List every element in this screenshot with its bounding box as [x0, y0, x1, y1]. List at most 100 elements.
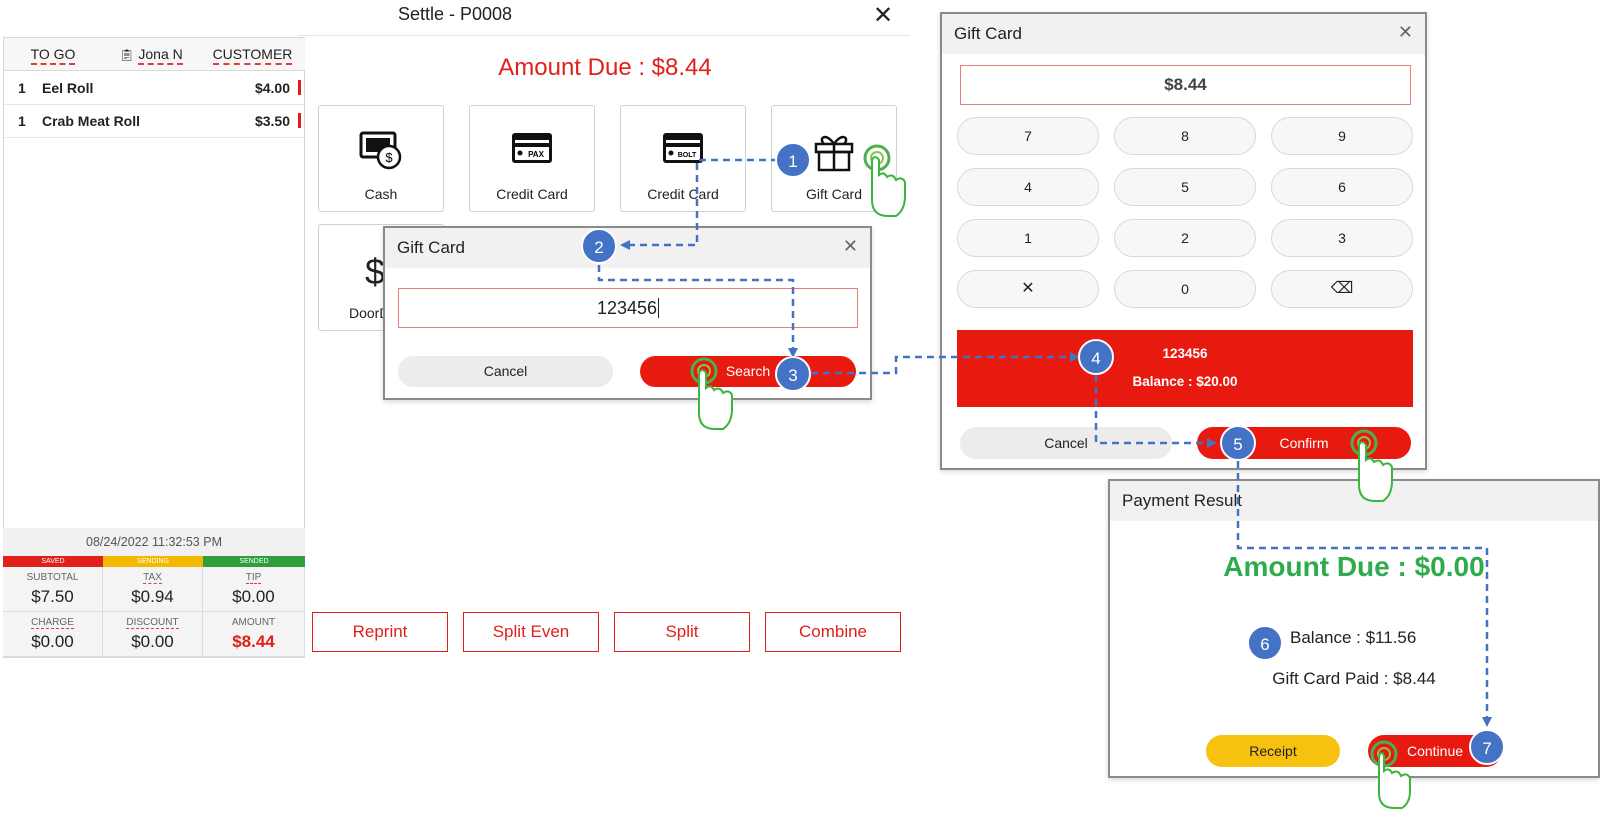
step-badge: 2 — [581, 228, 617, 264]
status-sended: SENDED — [203, 556, 305, 567]
dialog-title: Payment Result — [1110, 481, 1598, 521]
item-name: Eel Roll — [42, 80, 94, 96]
reprint-button[interactable]: Reprint — [312, 612, 448, 652]
close-icon[interactable]: ✕ — [873, 4, 893, 28]
svg-text:$: $ — [385, 150, 393, 165]
svg-text:PAX: PAX — [528, 150, 545, 159]
item-qty: 1 — [18, 113, 26, 129]
bolt-card-icon: BOLT — [621, 130, 745, 170]
key-0[interactable]: 0 — [1114, 270, 1256, 308]
card-balance-panel: 123456 Balance : $20.00 — [957, 330, 1413, 407]
gift-card-paid: Gift Card Paid : $8.44 — [1272, 669, 1436, 688]
server-label: Jona N — [138, 46, 183, 65]
text-cursor — [658, 298, 660, 318]
combine-button[interactable]: Combine — [765, 612, 901, 652]
card-number-value: 123456 — [596, 298, 658, 318]
order-type-tab[interactable]: TO GO — [4, 38, 103, 71]
close-icon[interactable]: ✕ — [843, 236, 858, 257]
amount-input[interactable]: $8.44 — [960, 65, 1411, 105]
order-type-label: TO GO — [30, 46, 76, 65]
tax-value: $0.94 — [131, 587, 174, 606]
gift-card-label: Gift Card — [805, 186, 862, 202]
status-saved: SAVED — [3, 556, 103, 567]
tip-cell[interactable]: TIP $0.00 — [203, 567, 305, 612]
cash-label: Cash — [364, 186, 398, 202]
key-5[interactable]: 5 — [1114, 168, 1256, 206]
step-badge: 4 — [1078, 339, 1114, 375]
key-3[interactable]: 3 — [1271, 219, 1413, 257]
amount-due-result: Amount Due : $0.00 — [1223, 551, 1485, 582]
discount-label: DISCOUNT — [126, 617, 179, 629]
server-tab[interactable]: 📋︎ Jona N — [102, 38, 201, 71]
subtotal-cell: SUBTOTAL $7.50 — [3, 567, 103, 612]
person-icon: 📋︎ — [119, 48, 135, 62]
dialog-title: Gift Card — [942, 14, 1425, 54]
cancel-button[interactable]: Cancel — [960, 427, 1172, 459]
pax-card-icon: PAX — [470, 130, 594, 170]
credit-card-label: Credit Card — [496, 186, 568, 202]
dialog-title: Gift Card — [385, 228, 870, 268]
key-8[interactable]: 8 — [1114, 117, 1256, 155]
customer-label: CUSTOMER — [212, 46, 293, 65]
card-number-input[interactable]: 123456 — [398, 288, 858, 328]
tip-label: TIP — [245, 572, 262, 584]
item-qty: 1 — [18, 80, 26, 96]
item-price: $4.00 — [254, 80, 290, 96]
list-item[interactable]: 1 Crab Meat Roll $3.50 — [4, 104, 304, 138]
clear-key-icon[interactable]: ✕ — [957, 270, 1099, 308]
cash-icon: $ — [319, 130, 443, 170]
list-item[interactable]: 1 Eel Roll $4.00 — [4, 71, 304, 105]
item-price: $3.50 — [254, 113, 290, 129]
credit-card-pax-tile[interactable]: PAX Credit Card — [469, 105, 595, 212]
cash-tile[interactable]: $ Cash — [318, 105, 444, 212]
step-badge: 6 — [1247, 625, 1283, 661]
tip-value: $0.00 — [232, 587, 275, 606]
step-badge: 5 — [1220, 425, 1256, 461]
item-status-flag — [298, 80, 301, 95]
step-badge: 7 — [1469, 729, 1505, 765]
cancel-button[interactable]: Cancel — [398, 356, 613, 387]
order-timestamp: 08/24/2022 11:32:53 PM — [3, 528, 305, 556]
key-9[interactable]: 9 — [1271, 117, 1413, 155]
subtotal-label: SUBTOTAL — [26, 572, 79, 583]
status-sending: SENDING — [103, 556, 203, 567]
discount-value: $0.00 — [131, 632, 174, 651]
credit-card-label: Credit Card — [647, 186, 719, 202]
key-6[interactable]: 6 — [1271, 168, 1413, 206]
gift-card-keypad-dialog: Gift Card ✕ $8.44 7 8 9 4 5 6 1 2 3 ✕ 0 … — [940, 12, 1427, 470]
key-2[interactable]: 2 — [1114, 219, 1256, 257]
key-4[interactable]: 4 — [957, 168, 1099, 206]
divider — [298, 35, 910, 36]
page-title: Settle - P0008 — [397, 4, 513, 24]
credit-card-bolt-tile[interactable]: BOLT Credit Card — [620, 105, 746, 212]
customer-tab[interactable]: CUSTOMER — [200, 38, 305, 71]
step-badge: 1 — [775, 142, 811, 178]
key-1[interactable]: 1 — [957, 219, 1099, 257]
remaining-balance: Balance : $11.56 — [1290, 628, 1417, 647]
charge-label: CHARGE — [31, 617, 74, 629]
tax-cell[interactable]: TAX $0.94 — [103, 567, 203, 612]
svg-text:BOLT: BOLT — [678, 152, 697, 159]
amount-cell: AMOUNT $8.44 — [203, 612, 305, 657]
close-icon[interactable]: ✕ — [1398, 22, 1413, 43]
discount-cell[interactable]: DISCOUNT $0.00 — [103, 612, 203, 657]
card-number: 123456 — [1162, 346, 1208, 361]
split-even-button[interactable]: Split Even — [463, 612, 599, 652]
amount-value: $8.44 — [232, 632, 275, 651]
item-name: Crab Meat Roll — [42, 113, 141, 129]
card-balance: Balance : $20.00 — [1132, 374, 1238, 389]
charge-cell[interactable]: CHARGE $0.00 — [3, 612, 103, 657]
subtotal-value: $7.50 — [31, 587, 74, 606]
backspace-key-icon[interactable]: ⌫ — [1271, 270, 1413, 308]
split-button[interactable]: Split — [614, 612, 750, 652]
tax-label: TAX — [143, 572, 162, 584]
item-status-flag — [298, 113, 301, 128]
amount-due: Amount Due : $8.44 — [498, 54, 712, 81]
step-badge: 3 — [775, 356, 811, 392]
payment-result-dialog: Payment Result Amount Due : $0.00 Balanc… — [1108, 479, 1600, 778]
charge-value: $0.00 — [31, 632, 74, 651]
search-button[interactable]: Search — [640, 356, 856, 387]
receipt-button[interactable]: Receipt — [1206, 735, 1340, 767]
key-7[interactable]: 7 — [957, 117, 1099, 155]
amount-label: AMOUNT — [231, 617, 276, 628]
